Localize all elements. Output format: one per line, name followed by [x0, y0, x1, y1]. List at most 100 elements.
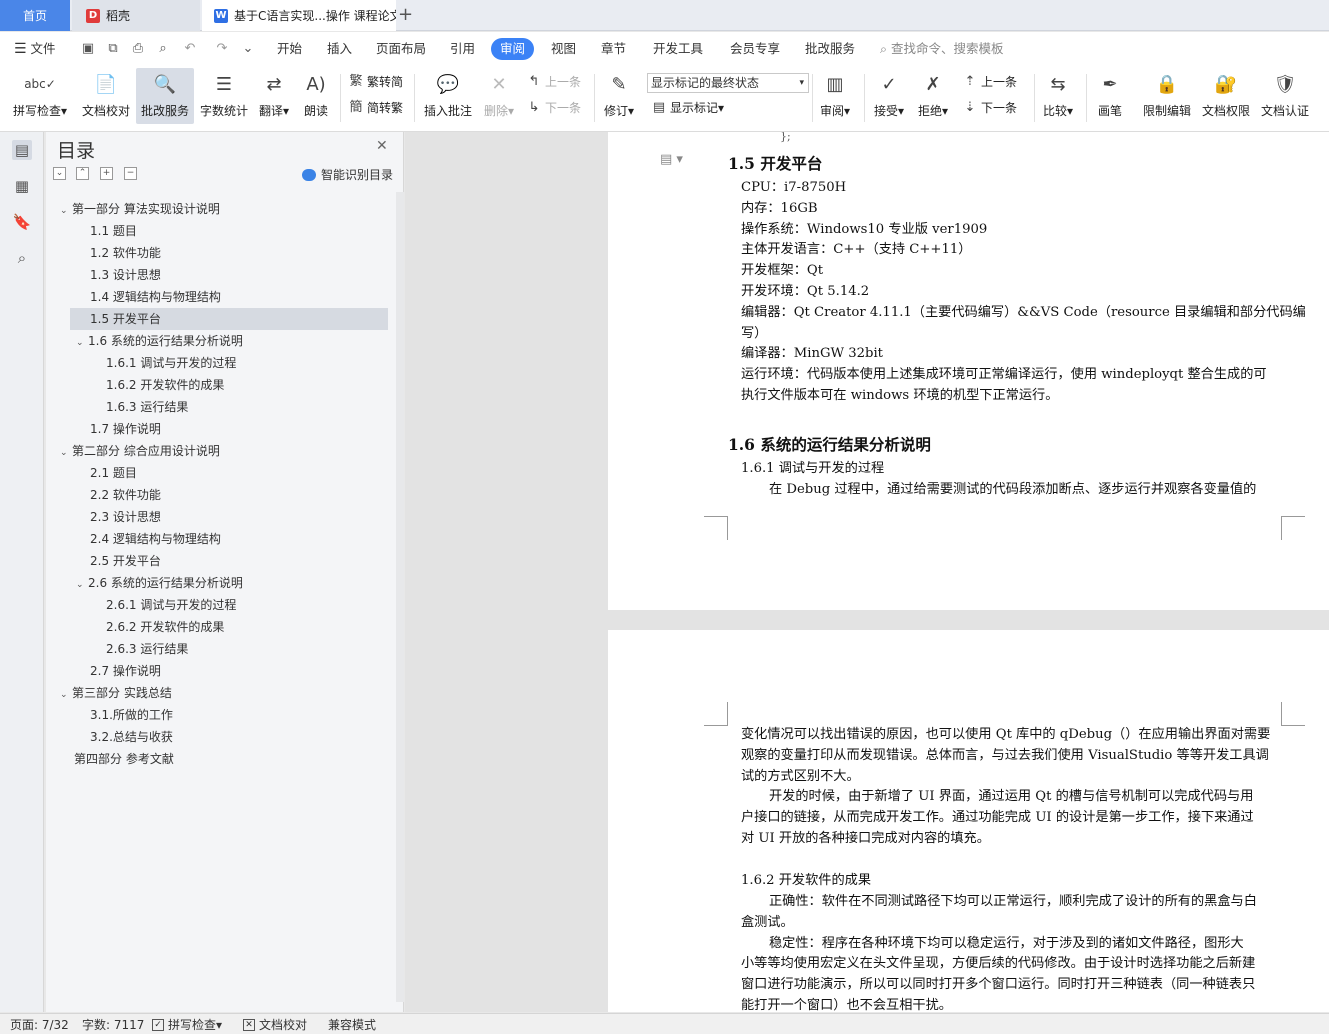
toc-item[interactable]: 3.1.所做的工作 [90, 704, 173, 726]
markup-mode-select[interactable]: 显示标记的最终状态 ▾ [647, 73, 809, 93]
toc-item[interactable]: ⌄ 第一部分 算法实现设计说明 [60, 198, 220, 220]
document-area[interactable]: ▤ ▾ }; 1.5 开发平台 CPU：i7-8750H 内存：16GB 操作系统：… [405, 132, 1329, 1012]
print-icon[interactable]: ⎙ [130, 41, 146, 57]
translate-button[interactable]: ⇄ 翻译▾ [256, 68, 292, 124]
menu-member[interactable]: 会员专享 [730, 32, 780, 66]
close-icon[interactable]: ✕ [376, 138, 388, 154]
next-revision-button[interactable]: ⇣ 下一条 [962, 98, 1017, 118]
toc-item[interactable]: 2.5 开发平台 [90, 550, 161, 572]
toc-item[interactable]: 2.6.3 运行结果 [106, 638, 188, 660]
compare-button[interactable]: ⇆ 比较▾ [1040, 68, 1076, 124]
status-doc-proof[interactable]: ✕ 文档校对 [243, 1016, 307, 1033]
toc-item[interactable]: 1.6.2 开发软件的成果 [106, 374, 224, 396]
pigai-service-button[interactable]: 🔍 批改服务 [136, 68, 194, 124]
toc-item[interactable]: ⌄ 2.6 系统的运行结果分析说明 [76, 572, 243, 594]
chevron-down-icon[interactable]: ⌄ [60, 200, 72, 222]
word-count[interactable]: 字数: 7117 [82, 1016, 144, 1033]
toc-item[interactable]: 第四部分 参考文献 [74, 748, 174, 770]
read-aloud-button[interactable]: A) 朗读 [300, 68, 332, 124]
toc-item[interactable]: ⌄ 第三部分 实践总结 [60, 682, 172, 704]
document-page[interactable]: 变化情况可以找出错误的原因，也可以使用 Qt 库中的 qDebug（）在应用输出… [608, 630, 1329, 1012]
prev-comment-button[interactable]: ↰ 上一条 [526, 72, 581, 92]
revise-button[interactable]: ✎ 修订▾ [601, 68, 637, 124]
chevron-down-icon[interactable]: ⌄ [76, 332, 88, 354]
menu-reference[interactable]: 引用 [450, 32, 475, 66]
prev-revision-button[interactable]: ⇡ 上一条 [962, 72, 1017, 92]
doc-cert-button[interactable]: 🛡 文档认证 [1258, 68, 1312, 124]
menu-start[interactable]: 开始 [277, 32, 302, 66]
print-preview-icon[interactable]: ⌕ [155, 41, 171, 57]
tab-docer[interactable]: D 稻壳 [72, 0, 200, 31]
toc-item[interactable]: 2.6.2 开发软件的成果 [106, 616, 224, 638]
command-search[interactable]: ⌕ 查找命令、搜索模板 [880, 32, 1004, 66]
search-icon[interactable]: ⌕ [12, 248, 32, 268]
toc-item[interactable]: 2.3 设计思想 [90, 506, 161, 528]
toc-item[interactable]: 1.6.1 调试与开发的过程 [106, 352, 236, 374]
restrict-edit-button[interactable]: 🔒 限制编辑 [1140, 68, 1194, 124]
margin-corner-mark [1281, 702, 1305, 726]
page-indicator[interactable]: 页面: 7/32 [10, 1016, 69, 1033]
customize-toolbar-icon[interactable]: ⌄ [240, 41, 256, 57]
status-spellcheck[interactable]: ✓ 拼写检查 ▾ [152, 1016, 222, 1033]
toc-item[interactable]: 1.3 设计思想 [90, 264, 161, 286]
export-pdf-icon[interactable]: ⧉ [105, 41, 121, 57]
chevron-down-icon[interactable]: ⌄ [76, 574, 88, 596]
toc-item[interactable]: ⌄ 第二部分 综合应用设计说明 [60, 440, 220, 462]
redo-icon[interactable]: ↷ [214, 41, 230, 57]
wordcount-button[interactable]: ☰ 字数统计 [198, 68, 250, 124]
doc-proof-button[interactable]: 📄 文档校对 [80, 68, 132, 124]
tab-home[interactable]: 首页 [0, 0, 70, 31]
toc-item[interactable]: 3.2.总结与收获 [90, 726, 173, 748]
delete-comment-button[interactable]: ✕ 删除▾ [480, 68, 518, 124]
menu-page-layout[interactable]: 页面布局 [376, 32, 426, 66]
bookmark-icon[interactable]: 🔖 [12, 212, 32, 232]
next-comment-button[interactable]: ↳ 下一条 [526, 98, 581, 118]
menu-review[interactable]: 审阅 [491, 38, 535, 60]
tab-document[interactable]: W 基于C语言实现...操作 课程论文 [202, 0, 396, 31]
remove-heading-icon[interactable]: − [124, 167, 137, 180]
simp-to-trad-button[interactable]: 簡简转繁 [348, 98, 403, 118]
toc-item[interactable]: 2.7 操作说明 [90, 660, 161, 682]
toc-item[interactable]: 1.7 操作说明 [90, 418, 161, 440]
tab-docer-label: 稻壳 [106, 9, 131, 23]
expand-all-icon[interactable]: ⌃ [76, 167, 89, 180]
toc-item[interactable]: 2.2 软件功能 [90, 484, 161, 506]
menu-pigai-service[interactable]: 批改服务 [805, 32, 855, 66]
add-heading-icon[interactable]: + [100, 167, 113, 180]
accept-button[interactable]: ✓ 接受▾ [871, 68, 907, 124]
pen-button[interactable]: ✒ 画笔 [1094, 68, 1126, 124]
toc-item[interactable]: 1.2 软件功能 [90, 242, 161, 264]
show-markup-button[interactable]: ▤ 显示标记 ▾ [651, 98, 724, 118]
review-pane-button[interactable]: ▥ 审阅▾ [817, 68, 853, 124]
toc-pane-icon[interactable]: ▤ [12, 140, 32, 160]
smart-toc-button[interactable]: 智能识别目录 [302, 166, 393, 183]
menu-view[interactable]: 视图 [551, 32, 576, 66]
toc-item[interactable]: 1.5 开发平台 [70, 308, 388, 330]
toc-item[interactable]: 2.4 逻辑结构与物理结构 [90, 528, 221, 550]
reject-button[interactable]: ✗ 拒绝▾ [915, 68, 951, 124]
doc-permission-button[interactable]: 🔐 文档权限 [1200, 68, 1252, 124]
file-menu[interactable]: ☰ 文件 [14, 32, 56, 66]
toc-item[interactable]: 2.1 题目 [90, 462, 137, 484]
toc-scrollbar[interactable] [396, 192, 404, 1002]
chapter-nav-icon[interactable]: ▦ [12, 176, 32, 196]
toc-item[interactable]: ⌄ 1.6 系统的运行结果分析说明 [76, 330, 243, 352]
undo-icon[interactable]: ↶ [182, 41, 198, 57]
spellcheck-button[interactable]: abc✓ 拼写检查▾ [10, 68, 70, 124]
trad-to-simp-button[interactable]: 繁繁转简 [348, 72, 403, 92]
insert-comment-button[interactable]: 💬 插入批注 [422, 68, 474, 124]
new-tab-button[interactable]: + [398, 4, 413, 25]
menu-dev-tools[interactable]: 开发工具 [653, 32, 703, 66]
menu-insert[interactable]: 插入 [327, 32, 352, 66]
toc-item[interactable]: 1.1 题目 [90, 220, 137, 242]
toc-item[interactable]: 2.6.1 调试与开发的过程 [106, 594, 236, 616]
collapse-all-icon[interactable]: ⌄ [53, 167, 66, 180]
page-format-icon[interactable]: ▤ ▾ [660, 152, 683, 167]
toc-item[interactable]: 1.4 逻辑结构与物理结构 [90, 286, 221, 308]
document-page[interactable]: ▤ ▾ }; 1.5 开发平台 CPU：i7-8750H 内存：16GB 操作系统：… [608, 132, 1329, 610]
chevron-down-icon[interactable]: ⌄ [60, 442, 72, 464]
chevron-down-icon[interactable]: ⌄ [60, 684, 72, 706]
menu-chapter[interactable]: 章节 [601, 32, 626, 66]
toc-item[interactable]: 1.6.3 运行结果 [106, 396, 188, 418]
save-icon[interactable]: ▣ [80, 41, 96, 57]
